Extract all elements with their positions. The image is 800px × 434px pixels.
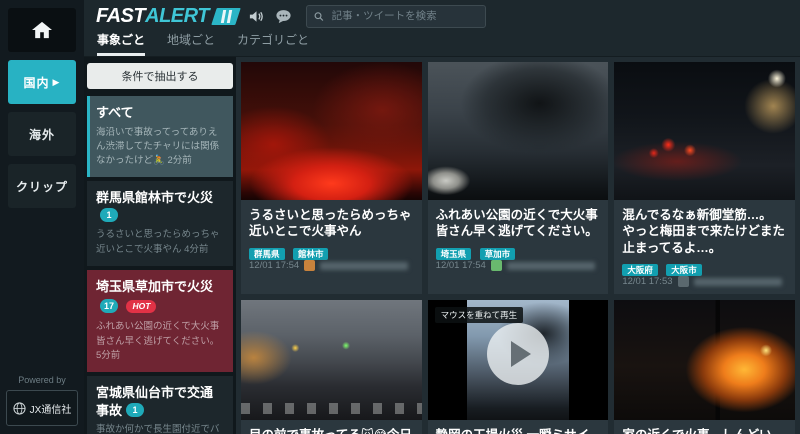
event-subtitle: 事故か何かで長生園付近でバスが片道ふさいで止まってる影響で北仙台周辺は地獄のよう…: [96, 423, 224, 434]
home-button[interactable]: [8, 8, 76, 52]
card-photo[interactable]: [614, 62, 795, 200]
tweet-caption: うるさいと思ったらめっちゃ近いとこで火事やん: [249, 207, 414, 240]
author-avatar: [304, 260, 315, 271]
prefecture-tag[interactable]: 埼玉県: [436, 248, 472, 260]
search-input[interactable]: [330, 9, 478, 23]
search-box: [306, 5, 486, 28]
event-subtitle: うるさいと思ったらめっちゃ近いとこで火事やん 4分前: [96, 228, 224, 257]
prefecture-tag[interactable]: 群馬県: [249, 248, 285, 260]
content-area: 条件で抽出する すべて 海沿いで事故ってってありえん渋滞してたチャリには関係なか…: [84, 57, 800, 434]
tweet-caption: 目の前で事故ってる🙀😅今日だけで2回もみてるけどー: [249, 427, 414, 434]
fastalert-app: 国内 ▶ 海外 クリップ Powered by JX通信社 FASTA: [0, 0, 800, 434]
tweet-caption: 家の近くで火事。しんどい: [622, 427, 787, 434]
tweet-card[interactable]: 目の前で事故ってる🙀😅今日だけで2回もみてるけどー: [241, 300, 422, 434]
card-photo[interactable]: [614, 300, 795, 420]
tweet-card-video[interactable]: マウスを重ねて再生 静岡の工場火災 一瞬ミサイルかと思ったよね。 (動画): [428, 300, 609, 434]
filter-button[interactable]: 条件で抽出する: [87, 63, 233, 89]
event-item-gunma-fire[interactable]: 群馬県館林市で火災 1 うるさいと思ったらめっちゃ近いとこで火事やん 4分前: [87, 181, 233, 266]
hover-to-play-badge: マウスを重ねて再生: [435, 307, 524, 323]
company-name: JX通信社: [30, 401, 72, 416]
author-name-redacted: [694, 278, 782, 286]
event-title: 埼玉県草加市で火災: [96, 278, 224, 296]
tab-by-region[interactable]: 地域ごと: [167, 31, 215, 56]
tweet-caption: 静岡の工場火災 一瞬ミサイルかと思ったよね。 (動画): [436, 427, 601, 434]
author-avatar: [678, 276, 689, 287]
cards-grid: うるさいと思ったらめっちゃ近いとこで火事やん 群馬県 館林市 12/01 17:…: [236, 57, 800, 434]
chat-bubble-icon[interactable]: [275, 8, 292, 25]
timestamp: 12/01 17:53: [622, 276, 672, 287]
search-icon: [314, 11, 324, 22]
timestamp: 12/01 17:54: [436, 260, 486, 271]
nav-item-domestic[interactable]: 国内 ▶: [8, 60, 76, 104]
tweet-card[interactable]: ふれあい公園の近くで大火事 皆さん早く逃げてください。 埼玉県 草加市 12/0…: [428, 62, 609, 294]
hot-badge: HOT: [126, 300, 156, 313]
event-item-all[interactable]: すべて 海沿いで事故ってってありえん渋滞してたチャリには関係なかったけど🚴 2分…: [87, 96, 233, 177]
card-photo[interactable]: [428, 62, 609, 200]
jx-press-logo[interactable]: JX通信社: [6, 390, 78, 426]
fastalert-logo[interactable]: FASTALERT: [96, 5, 238, 28]
play-icon[interactable]: [487, 323, 549, 385]
city-tag[interactable]: 館林市: [293, 248, 329, 260]
city-tag[interactable]: 大阪市: [666, 264, 702, 276]
tweet-card[interactable]: うるさいと思ったらめっちゃ近いとこで火事やん 群馬県 館林市 12/01 17:…: [241, 62, 422, 294]
tab-bar: 事象ごと 地域ごと カテゴリごと: [84, 32, 800, 57]
card-photo[interactable]: [241, 300, 422, 420]
tweet-caption: ふれあい公園の近くで大火事 皆さん早く逃げてください。: [436, 207, 601, 240]
tab-by-event[interactable]: 事象ごと: [97, 31, 145, 56]
nav-footer: Powered by JX通信社: [0, 375, 84, 426]
globe-icon: [13, 402, 26, 415]
nav-item-clip[interactable]: クリップ: [8, 164, 76, 208]
logo-text-alert: ALERT: [145, 5, 209, 28]
card-video[interactable]: マウスを重ねて再生: [428, 300, 609, 420]
nav-item-label: 国内: [24, 74, 50, 91]
author-name-redacted: [320, 262, 408, 270]
tweet-card[interactable]: 混んでるなぁ新御堂筋…。 やっと梅田まで来たけどまた止まってるよ…。 大阪府 大…: [614, 62, 795, 294]
tweet-card[interactable]: 家の近くで火事。しんどい 埼玉県 草加市: [614, 300, 795, 434]
event-title: すべて: [96, 104, 224, 122]
nav-item-overseas[interactable]: 海外: [8, 112, 76, 156]
card-photo[interactable]: [241, 62, 422, 200]
event-list: 条件で抽出する すべて 海沿いで事故ってってありえん渋滞してたチャリには関係なか…: [84, 57, 236, 434]
left-nav: 国内 ▶ 海外 クリップ Powered by JX通信社: [0, 0, 84, 434]
powered-by-label: Powered by: [0, 375, 84, 385]
main-column: FASTALERT 事象ごと: [84, 0, 800, 434]
nav-item-label: 海外: [29, 126, 55, 143]
logo-text-fast: FAST: [96, 5, 145, 28]
app-header: FASTALERT: [84, 0, 800, 32]
event-subtitle: 海沿いで事故ってってありえん渋滞してたチャリには関係なかったけど🚴 2分前: [96, 126, 224, 169]
event-subtitle: ふれあい公園の近くで大火事 皆さん早く逃げてください。 5分前: [96, 320, 224, 363]
event-title: 宮城県仙台市で交通事故: [96, 385, 213, 418]
prefecture-tag[interactable]: 大阪府: [622, 264, 658, 276]
home-icon: [31, 20, 53, 40]
count-badge: 1: [100, 208, 118, 222]
event-item-miyagi-accident[interactable]: 宮城県仙台市で交通事故1 事故か何かで長生園付近でバスが片道ふさいで止まってる影…: [87, 376, 233, 434]
city-tag[interactable]: 草加市: [480, 248, 516, 260]
author-avatar: [491, 260, 502, 271]
count-badge: 1: [126, 403, 144, 417]
logo-slash-icon: [211, 8, 241, 25]
nav-item-label: クリップ: [16, 178, 68, 195]
count-badge: 17: [100, 299, 118, 313]
caret-right-icon: ▶: [53, 77, 61, 88]
tweet-caption: 混んでるなぁ新御堂筋…。 やっと梅田まで来たけどまた止まってるよ…。: [622, 207, 787, 256]
speaker-icon[interactable]: [248, 8, 265, 25]
timestamp: 12/01 17:54: [249, 260, 299, 271]
event-item-saitama-fire[interactable]: 埼玉県草加市で火災 17 HOT ふれあい公園の近くで大火事 皆さん早く逃げてく…: [87, 270, 233, 372]
tab-by-category[interactable]: カテゴリごと: [237, 31, 309, 56]
event-title: 群馬県館林市で火災: [96, 190, 213, 205]
author-name-redacted: [507, 262, 595, 270]
